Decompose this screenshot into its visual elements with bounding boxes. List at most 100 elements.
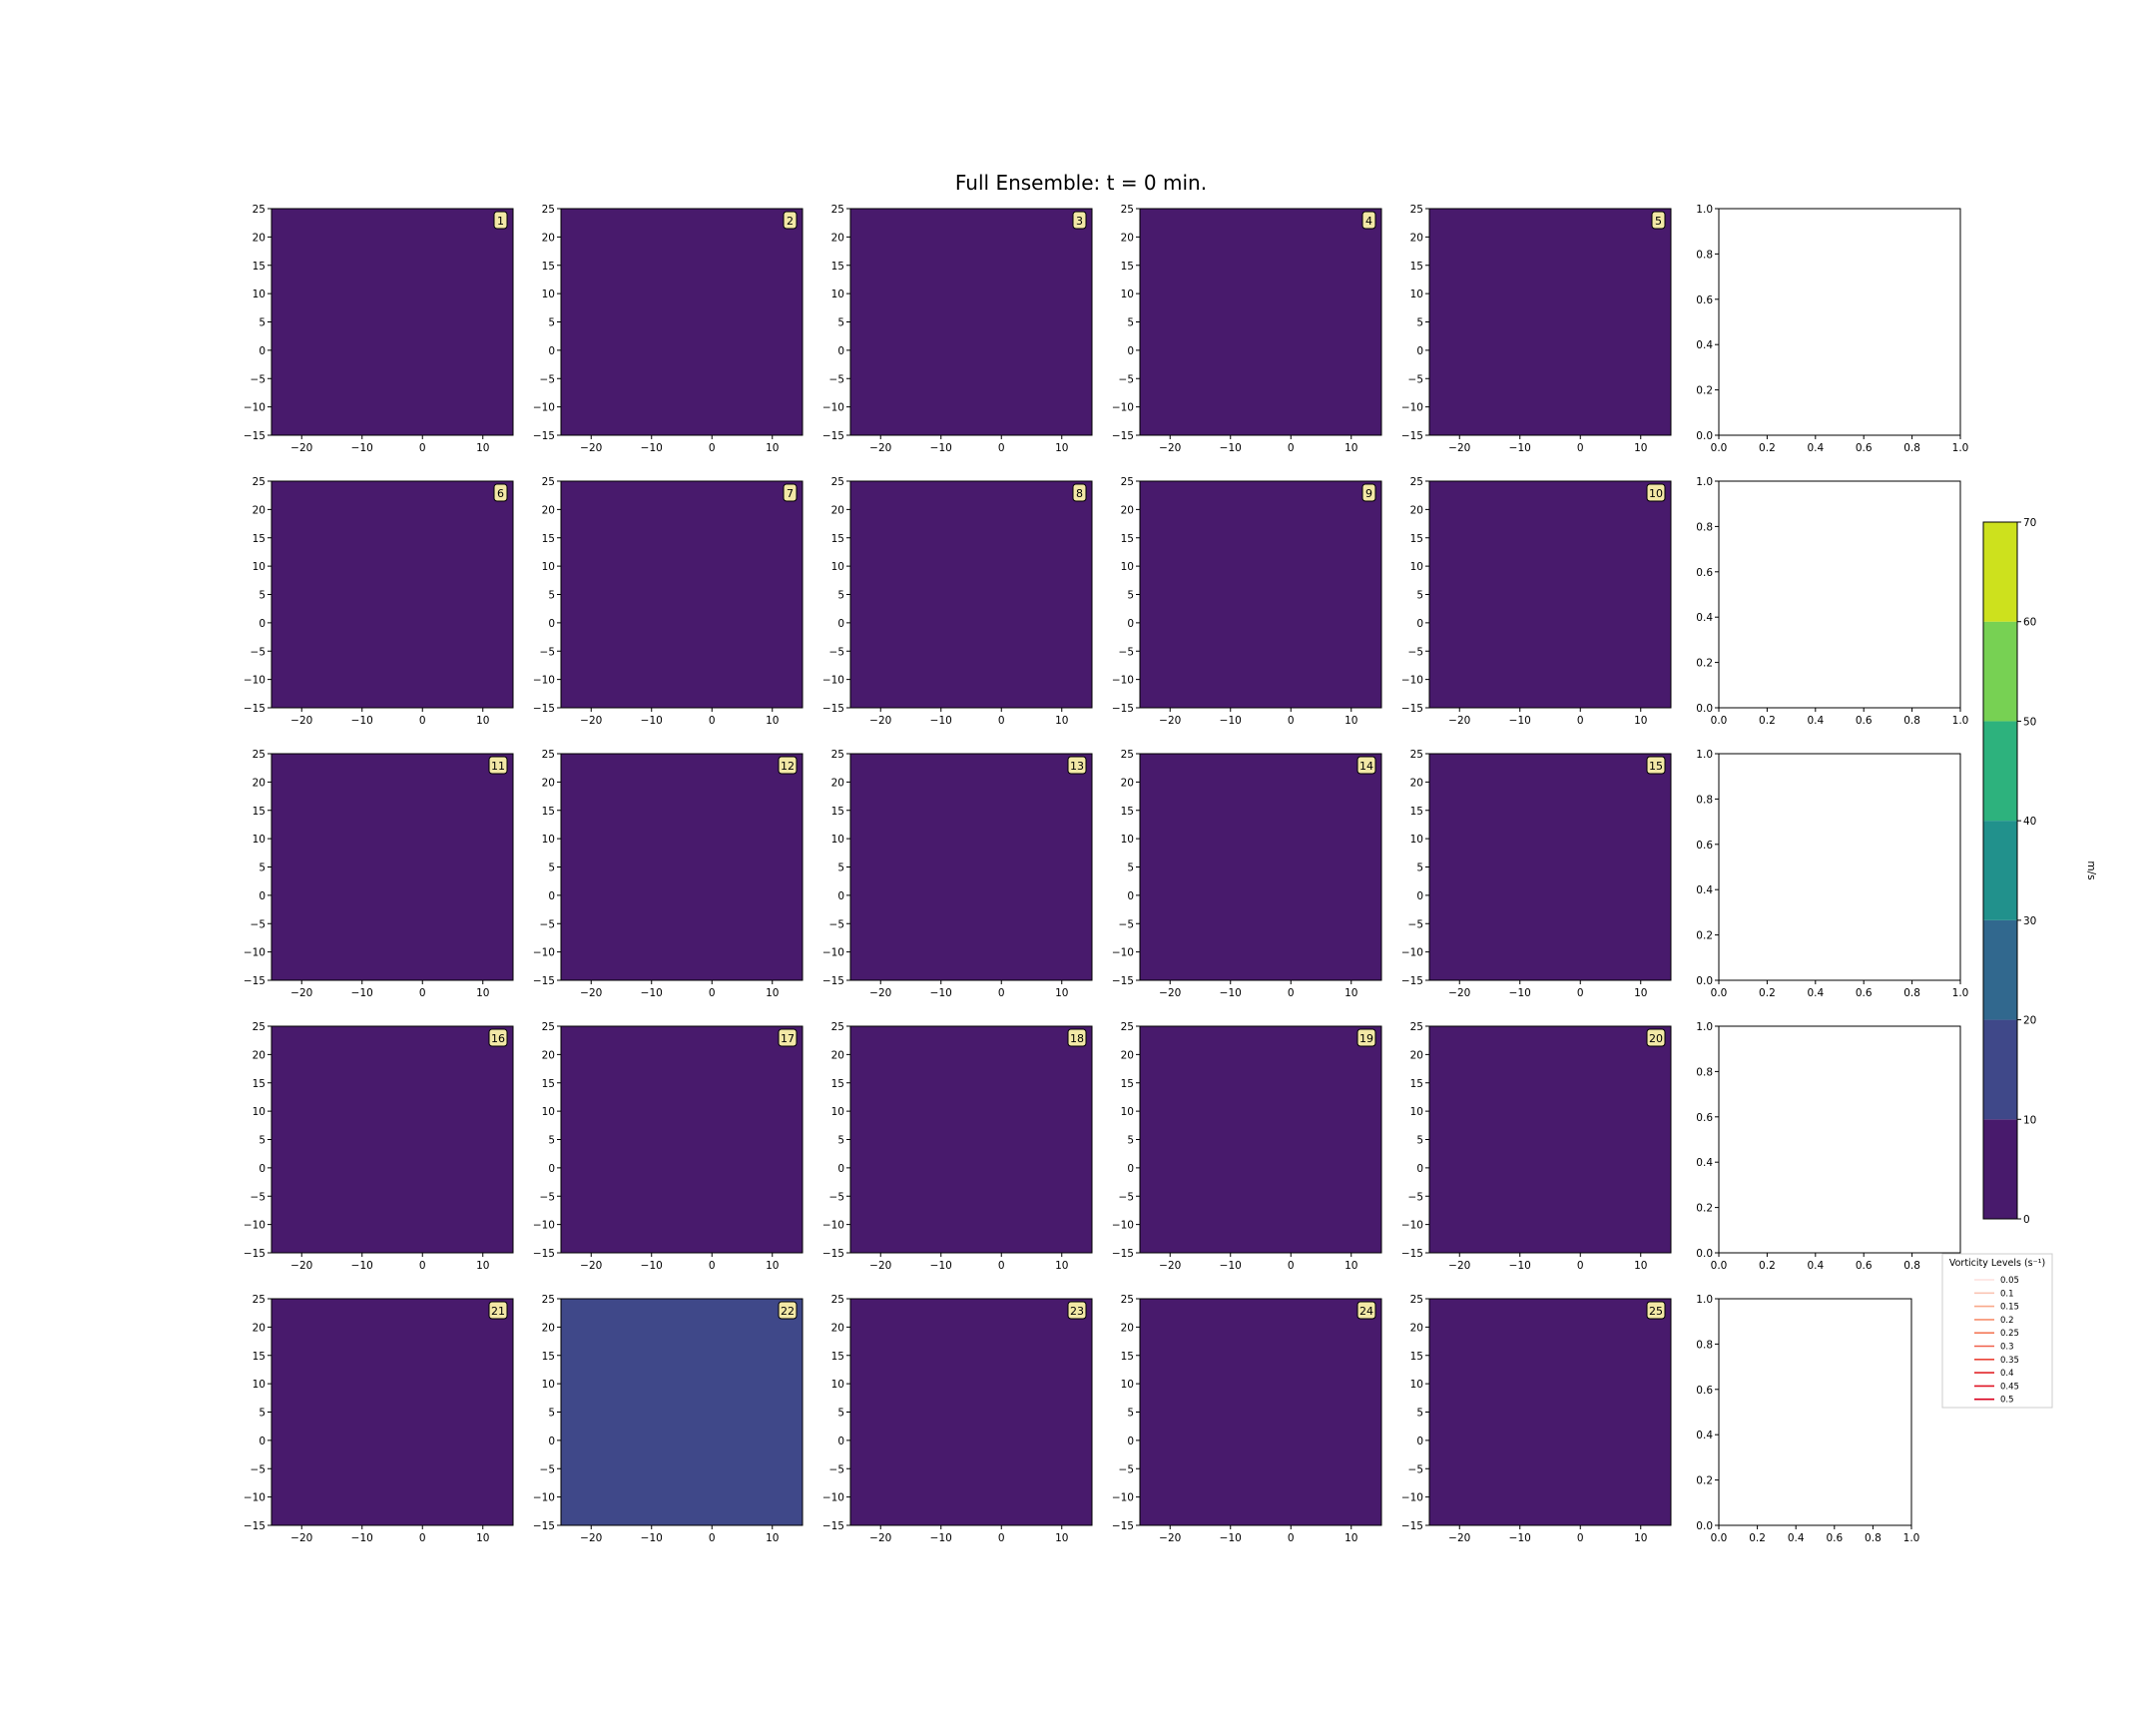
x-tick-label: −10 — [641, 1260, 663, 1272]
y-tick-label: −15 — [1112, 430, 1134, 442]
y-tick-label: −5 — [1119, 1463, 1134, 1475]
member-badge-label: 13 — [1070, 760, 1084, 773]
colorbar: 0 10 20 30 40 50 60 70 m/s — [1982, 517, 2097, 1226]
member-panel-6: −20 −10 0 10 25 20 15 10 5 0 −5 −10 −15 6 — [244, 476, 514, 727]
x-tick-label: 0 — [1288, 1260, 1295, 1272]
x-tick-label: −10 — [641, 987, 663, 999]
y-tick-label: −10 — [244, 1220, 266, 1232]
x-tick-label: 10 — [1055, 987, 1068, 999]
y-tick-label: 10 — [542, 561, 555, 573]
y-tick-label: −10 — [533, 1492, 555, 1504]
empty-axes-2: 0.00.0 0.2 0.2 0.4 0.4 0.6 0.6 0.8 0.8 1.0 1.0 — [1696, 476, 1968, 727]
x-tick-label: −20 — [290, 987, 312, 999]
x-tick-label: 1.0 — [1903, 1532, 1920, 1544]
y-tick-label: 10 — [1121, 1106, 1134, 1118]
y-tick-label: 25 — [253, 1021, 266, 1033]
y-tick-label: 20 — [1121, 1322, 1134, 1334]
colorbar-segment — [1983, 919, 2017, 1020]
x-tick-label: 0.8 — [1903, 442, 1920, 454]
x-tick-label: 0 — [1577, 1532, 1584, 1544]
y-tick-label: 0.6 — [1696, 840, 1713, 852]
x-tick-label: 1.0 — [1952, 715, 1969, 727]
y-tick-label: 20 — [542, 504, 555, 516]
y-tick-label: −5 — [829, 1463, 844, 1475]
y-tick-label: −10 — [1401, 402, 1423, 414]
y-tick-label: 20 — [1410, 1322, 1423, 1334]
member-field — [1428, 1025, 1672, 1254]
y-tick-label: −5 — [829, 646, 844, 658]
x-tick-label: −20 — [580, 1260, 602, 1272]
y-tick-label: −5 — [540, 1191, 555, 1203]
x-tick-label: 10 — [1634, 987, 1647, 999]
y-tick-label: 10 — [831, 1106, 844, 1118]
y-tick-label: 15 — [1121, 806, 1134, 818]
empty-axes-frame — [1718, 480, 1961, 709]
y-tick-label: 20 — [1121, 232, 1134, 244]
figure-title: Full Ensemble: t = 0 min. — [955, 171, 1207, 195]
y-tick-label: 5 — [259, 862, 266, 874]
y-tick-label: −15 — [1401, 430, 1423, 442]
x-tick-label: 10 — [1634, 442, 1647, 454]
y-tick-label: 15 — [1410, 533, 1423, 545]
y-tick-label: 1.0 — [1696, 749, 1713, 761]
y-tick-label: 20 — [831, 1049, 844, 1061]
y-tick-label: 0 — [548, 890, 555, 902]
y-tick-label: 25 — [831, 749, 844, 761]
y-tick-label: −10 — [822, 1220, 844, 1232]
ensemble-figure: Full Ensemble: t = 0 min. −20 −10 0 1025201… — [244, 171, 2097, 1544]
x-tick-label: 0.4 — [1807, 987, 1824, 999]
y-tick-label: −15 — [244, 975, 266, 987]
y-tick-label: −15 — [244, 1248, 266, 1260]
y-tick-label: 0.0 — [1696, 1520, 1713, 1532]
x-tick-label: −10 — [351, 1260, 373, 1272]
x-tick-label: 10 — [476, 442, 489, 454]
y-tick-label: 0.4 — [1696, 1157, 1713, 1169]
x-tick-label: 0 — [1577, 987, 1584, 999]
y-tick-label: −15 — [1112, 1248, 1134, 1260]
y-tick-label: 25 — [1410, 1294, 1423, 1306]
y-tick-label: −10 — [1401, 1492, 1423, 1504]
y-tick-label: −10 — [533, 947, 555, 959]
y-tick-label: 0.6 — [1696, 1112, 1713, 1124]
y-tick-label: 0.6 — [1696, 567, 1713, 579]
x-tick-label: 0 — [419, 715, 426, 727]
y-tick-label: 25 — [831, 204, 844, 216]
member-badge-label: 7 — [787, 487, 794, 500]
y-tick-label: 0.0 — [1696, 975, 1713, 987]
legend-entry-label: 0.25 — [2000, 1329, 2019, 1339]
y-tick-label: 25 — [542, 476, 555, 488]
y-tick-label: 20 — [542, 777, 555, 789]
legend-entry-label: 0.35 — [2000, 1356, 2019, 1366]
empty-axes-frame — [1718, 753, 1961, 981]
y-tick-label: 10 — [1121, 834, 1134, 846]
y-tick-label: 20 — [831, 504, 844, 516]
x-tick-label: −10 — [1220, 715, 1242, 727]
x-tick-label: 0.0 — [1711, 442, 1728, 454]
y-tick-label: −5 — [1408, 1463, 1423, 1475]
y-tick-label: 20 — [831, 1322, 844, 1334]
member-field — [849, 480, 1093, 709]
y-tick-label: 0 — [837, 1436, 844, 1447]
x-tick-label: 10 — [766, 987, 779, 999]
member-field — [1139, 753, 1382, 981]
x-tick-label: 10 — [1055, 1532, 1068, 1544]
y-tick-label: −5 — [829, 918, 844, 930]
vorticity-legend: Vorticity Levels (s⁻¹) 0.05 0.1 0.15 0.2 0.25… — [1941, 1253, 2053, 1409]
member-badge-label: 14 — [1359, 760, 1373, 773]
y-tick-label: 0.2 — [1696, 1203, 1713, 1215]
y-tick-label: 25 — [831, 1294, 844, 1306]
y-tick-label: 10 — [1410, 834, 1423, 846]
x-tick-label: 10 — [1055, 442, 1068, 454]
colorbar-segment — [1983, 522, 2017, 622]
y-tick-label: 0.8 — [1696, 249, 1713, 261]
y-tick-label: 0 — [259, 1436, 266, 1447]
x-tick-label: −20 — [290, 715, 312, 727]
x-tick-label: 0.2 — [1759, 987, 1776, 999]
y-tick-label: 0.6 — [1696, 294, 1713, 306]
member-panel-24: −20 −10 0 10 25 20 15 10 5 0 −5 −10 −15 24 — [1112, 1294, 1382, 1544]
y-tick-label: 0 — [837, 345, 844, 357]
y-tick-label: −5 — [1408, 646, 1423, 658]
y-tick-label: 0 — [1416, 1163, 1423, 1175]
member-panel-23: −20 −10 0 10 25 20 15 10 5 0 −5 −10 −15 23 — [822, 1294, 1093, 1544]
y-tick-label: 5 — [548, 317, 555, 329]
